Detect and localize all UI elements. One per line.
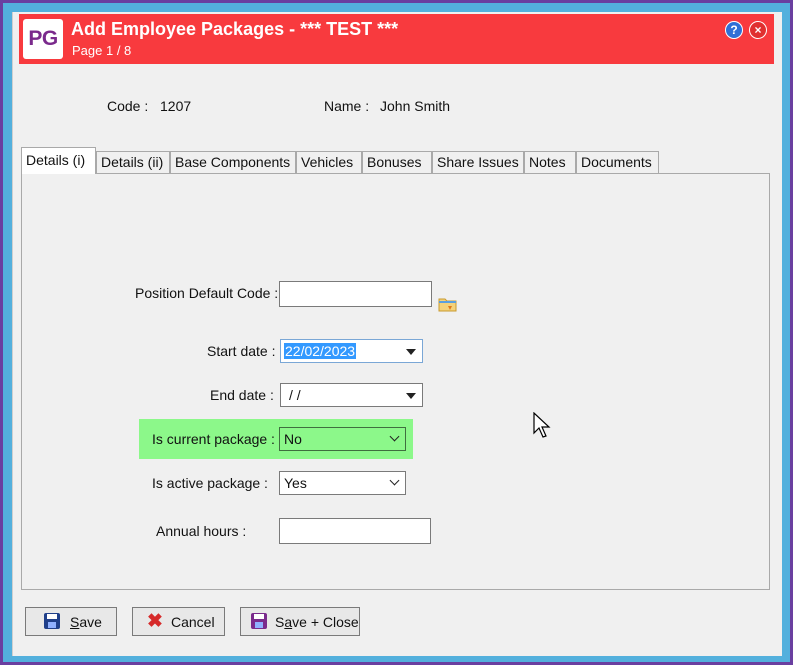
chevron-down-icon [389,431,400,442]
name-value: John Smith [380,98,451,114]
save-close-label: Save + Close [275,613,359,630]
start-date-value: 22/02/2023 [284,343,357,359]
dropdown-arrow-icon[interactable] [406,349,416,355]
position-default-code-label: Position Default Code : [135,285,279,301]
tab-notes[interactable]: Notes [524,151,576,173]
pg-logo: PG [23,19,63,59]
save-icon [44,612,62,631]
position-default-code-input[interactable] [279,281,432,307]
tab-vehicles[interactable]: Vehicles [296,151,362,173]
tab-details-i[interactable]: Details (i) [21,147,96,174]
tab-details-ii[interactable]: Details (ii) [96,151,170,173]
help-icon[interactable]: ? [725,21,743,39]
annual-hours-input[interactable] [279,518,431,544]
end-date-label: End date : [210,387,274,403]
is-current-package-select[interactable]: No [279,427,406,451]
tab-documents[interactable]: Documents [576,151,659,173]
name-label: Name : [324,98,370,114]
code-label: Code : [107,98,149,114]
cancel-label: Cancel [171,613,215,630]
end-date-picker[interactable]: / / [280,383,423,407]
is-active-package-select[interactable]: Yes [279,471,406,495]
employee-packages-window: PG Add Employee Packages - *** TEST *** … [12,12,782,656]
folder-lookup-icon[interactable] [438,296,458,314]
save-button[interactable]: Save [25,607,117,636]
annual-hours-label: Annual hours : [156,523,247,539]
end-date-value: / / [289,387,301,403]
chevron-down-icon [389,475,400,486]
is-current-package-value: No [284,431,302,447]
tab-base-components[interactable]: Base Components [170,151,296,173]
save-close-icon [251,612,269,631]
mouse-cursor-icon [533,412,551,438]
title-bar[interactable]: PG Add Employee Packages - *** TEST *** … [19,14,774,64]
is-active-package-value: Yes [284,475,307,491]
start-date-label: Start date : [207,343,276,359]
start-date-picker[interactable]: 22/02/2023 [280,339,423,363]
page-indicator: Page 1 / 8 [72,43,132,58]
code-value: 1207 [160,98,192,114]
save-label: Save [70,613,102,630]
window-title: Add Employee Packages - *** TEST *** [71,19,399,39]
close-icon[interactable]: × [749,21,767,39]
dropdown-arrow-icon[interactable] [406,393,416,399]
is-current-package-label: Is current package : [152,431,275,447]
is-active-package-label: Is active package : [152,475,268,491]
tab-share-issues[interactable]: Share Issues [432,151,524,173]
cancel-button[interactable]: ✖ Cancel [132,607,225,636]
save-close-button[interactable]: Save + Close [240,607,360,636]
cancel-x-icon: ✖ [147,610,163,632]
tab-bonuses[interactable]: Bonuses [362,151,432,173]
